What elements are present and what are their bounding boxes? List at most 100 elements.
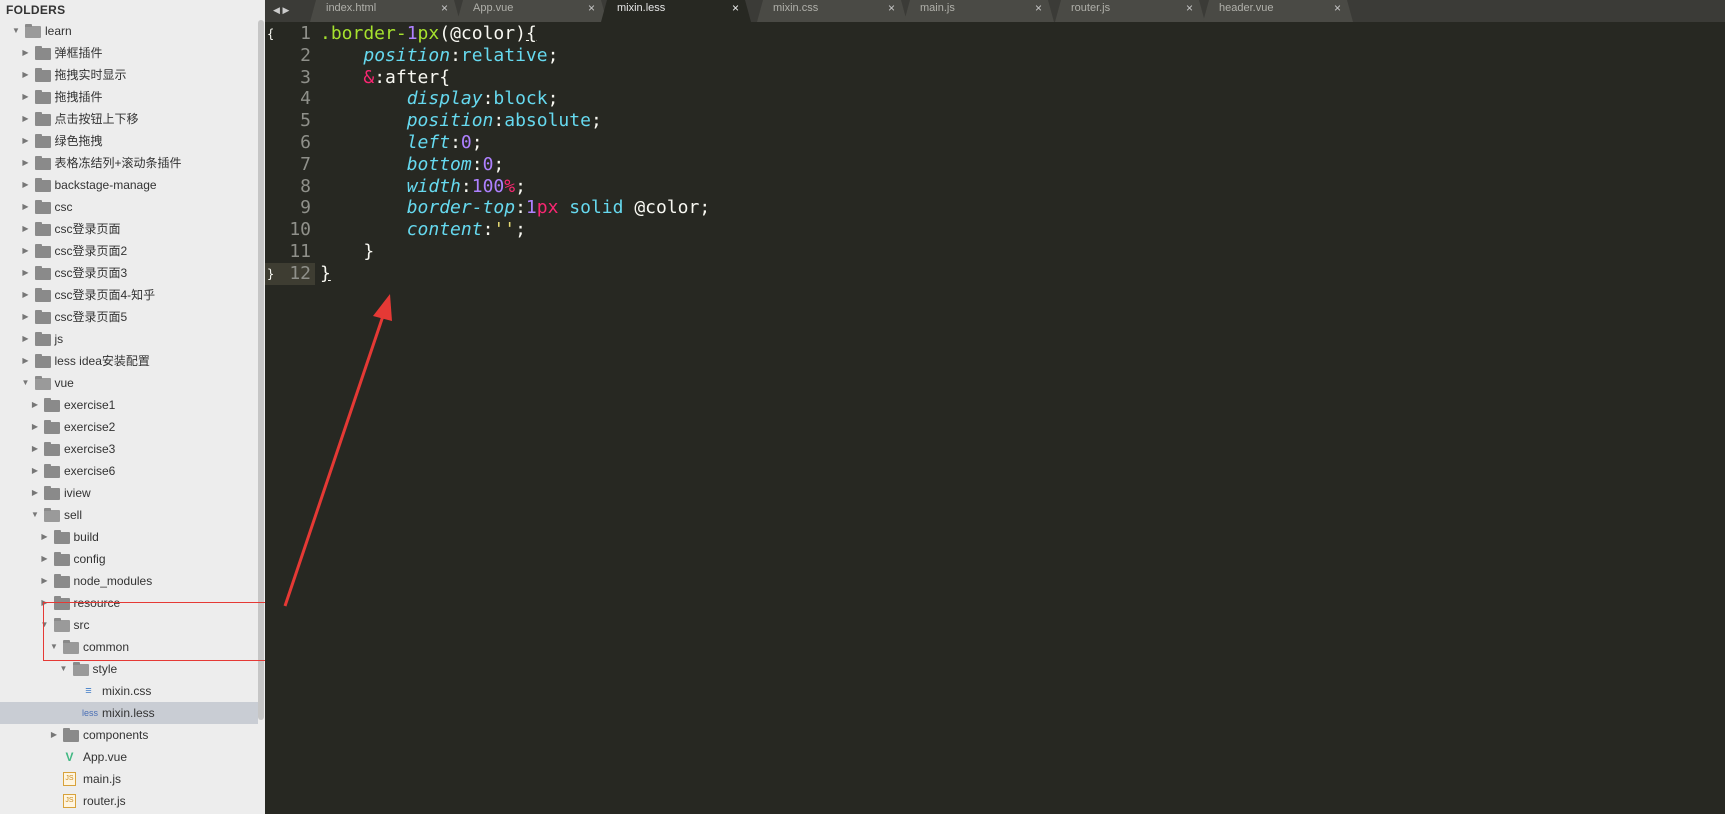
tab-file[interactable]: App.vue × <box>457 0 607 22</box>
tab-label: App.vue <box>473 2 514 14</box>
code-line[interactable]: 8 width:100%; <box>265 176 1725 198</box>
tree-folder-row[interactable]: ▶ iview <box>0 482 258 504</box>
tab-file[interactable]: index.html × <box>310 0 460 22</box>
code-token: :after{ <box>374 66 451 88</box>
tree-file-row[interactable]: JS main.js <box>0 768 258 790</box>
tree-folder-row[interactable]: ▶ 点击按钮上下移 <box>0 108 258 130</box>
chevron-right-icon[interactable]: ▶ <box>40 548 50 570</box>
tree-folder-row[interactable]: ▼ sell <box>0 504 258 526</box>
tree-folder-row[interactable]: ▶ exercise6 <box>0 460 258 482</box>
tab-file[interactable]: main.js × <box>904 0 1054 22</box>
chevron-right-icon[interactable]: ▶ <box>21 218 31 240</box>
chevron-right-icon[interactable]: ▶ <box>30 394 40 416</box>
tab-file[interactable]: mixin.css × <box>757 0 907 22</box>
tree-file-row[interactable]: ≡ mixin.css <box>0 680 258 702</box>
chevron-right-icon[interactable]: ▶ <box>40 526 50 548</box>
close-icon[interactable]: × <box>441 0 448 17</box>
chevron-right-icon[interactable]: ▶ <box>21 152 31 174</box>
tree-folder-row[interactable]: ▶ less idea安装配置 <box>0 350 258 372</box>
tree-folder-row[interactable]: ▶ 绿色拖拽 <box>0 130 258 152</box>
code-token: : <box>450 44 461 66</box>
tree-folder-row[interactable]: ▶ 拖拽实时显示 <box>0 64 258 86</box>
close-icon[interactable]: × <box>588 0 595 17</box>
code-line[interactable]: 7 bottom:0; <box>265 154 1725 176</box>
code-line[interactable]: 11 } <box>265 241 1725 263</box>
close-icon[interactable]: × <box>1334 0 1341 17</box>
tree-folder-row[interactable]: ▶ csc登录页面2 <box>0 240 258 262</box>
chevron-right-icon[interactable]: ▶ <box>40 570 50 592</box>
chevron-right-icon[interactable]: ▶ <box>21 174 31 196</box>
tree-file-row[interactable]: JS router.js <box>0 790 258 812</box>
chevron-right-icon[interactable]: ▶ <box>21 306 31 328</box>
css-file-icon: ≡ <box>85 685 92 697</box>
chevron-right-icon[interactable]: ▶ <box>21 240 31 262</box>
chevron-down-icon[interactable]: ▼ <box>11 20 21 42</box>
chevron-right-icon[interactable]: ▶ <box>21 284 31 306</box>
code-line[interactable]: 9 border-top:1px solid @color; <box>265 197 1725 219</box>
code-line[interactable]: 2 position:relative; <box>265 45 1725 67</box>
chevron-right-icon[interactable]: ▶ <box>30 416 40 438</box>
tree-folder-row[interactable]: ▶ 表格冻结列+滚动条插件 <box>0 152 258 174</box>
chevron-right-icon[interactable]: ▶ <box>30 460 40 482</box>
close-icon[interactable]: × <box>1035 0 1042 17</box>
tab-file[interactable]: router.js × <box>1055 0 1205 22</box>
tree-folder-row[interactable]: ▶ csc登录页面4-知乎 <box>0 284 258 306</box>
close-icon[interactable]: × <box>888 0 895 17</box>
file-tree: ▼ learn ▶ 弹框插件 ▶ 拖拽实时显示 ▶ 拖拽插件 ▶ 点击按钮上下移 ▶ 绿色拖拽 ▶ 表格冻… <box>0 20 258 812</box>
fold-marker-icon[interactable]: { <box>267 23 274 45</box>
chevron-right-icon[interactable]: ▶ <box>21 328 31 350</box>
close-icon[interactable]: × <box>1186 0 1193 17</box>
chevron-right-icon[interactable]: ▶ <box>30 438 40 460</box>
code-line[interactable]: } 12} <box>265 262 1725 285</box>
tree-folder-row[interactable]: ▶ 拖拽插件 <box>0 86 258 108</box>
chevron-right-icon[interactable]: ▶ <box>21 42 31 64</box>
tab-nav-arrows[interactable]: ◀ ▶ <box>265 0 305 22</box>
chevron-down-icon[interactable]: ▼ <box>59 658 69 680</box>
chevron-right-icon[interactable]: ▶ <box>21 350 31 372</box>
code-line[interactable]: {1 .border-1px(@color){ <box>265 23 1725 45</box>
chevron-right-icon[interactable]: ▶ <box>21 262 31 284</box>
chevron-right-icon[interactable]: ▶ <box>30 482 40 504</box>
tree-folder-row[interactable]: ▶ build <box>0 526 258 548</box>
tree-folder-row[interactable]: ▶ exercise1 <box>0 394 258 416</box>
chevron-right-icon[interactable]: ▶ <box>21 108 31 130</box>
tree-folder-row[interactable]: ▶ components <box>0 724 258 746</box>
tree-file-row[interactable]: V App.vue <box>0 746 258 768</box>
chevron-right-icon[interactable]: ▶ <box>21 130 31 152</box>
tree-folder-row[interactable]: ▶ backstage-manage <box>0 174 258 196</box>
code-token: px <box>536 197 559 219</box>
code-line[interactable]: 5 position:absolute; <box>265 110 1725 132</box>
tree-folder-row[interactable]: ▶ exercise3 <box>0 438 258 460</box>
tree-folder-row[interactable]: ▶ csc登录页面3 <box>0 262 258 284</box>
code-token: { <box>525 23 537 44</box>
tab-file[interactable]: mixin.less × <box>601 0 751 22</box>
code-line[interactable]: 3 &:after{ <box>265 67 1725 89</box>
tree-folder-row[interactable]: ▼ learn <box>0 20 258 42</box>
tree-folder-row[interactable]: ▶ config <box>0 548 258 570</box>
tab-next-icon[interactable]: ▶ <box>282 5 289 15</box>
tree-folder-row[interactable]: ▶ node_modules <box>0 570 258 592</box>
tree-folder-row[interactable]: ▶ js <box>0 328 258 350</box>
chevron-right-icon[interactable]: ▶ <box>21 196 31 218</box>
tree-folder-row[interactable]: ▼ style <box>0 658 258 680</box>
tree-folder-row[interactable]: ▶ csc <box>0 196 258 218</box>
chevron-down-icon[interactable]: ▼ <box>30 504 40 526</box>
code-line[interactable]: 6 left:0; <box>265 132 1725 154</box>
tab-file[interactable]: header.vue × <box>1203 0 1353 22</box>
chevron-right-icon[interactable]: ▶ <box>21 64 31 86</box>
chevron-right-icon[interactable]: ▶ <box>21 86 31 108</box>
tree-file-row[interactable]: less mixin.less <box>0 702 258 724</box>
tree-folder-row[interactable]: ▼ vue <box>0 372 258 394</box>
code-editor[interactable]: {1 .border-1px(@color){2 position:relativ… <box>265 22 1725 814</box>
fold-marker-icon[interactable]: } <box>267 263 274 285</box>
tree-folder-row[interactable]: ▶ csc登录页面 <box>0 218 258 240</box>
tree-folder-row[interactable]: ▶ csc登录页面5 <box>0 306 258 328</box>
tree-folder-row[interactable]: ▶ 弹框插件 <box>0 42 258 64</box>
tree-folder-row[interactable]: ▶ exercise2 <box>0 416 258 438</box>
tab-prev-icon[interactable]: ◀ <box>273 5 280 15</box>
code-line[interactable]: 4 display:block; <box>265 88 1725 110</box>
close-icon[interactable]: × <box>732 0 739 17</box>
code-line[interactable]: 10 content:''; <box>265 219 1725 241</box>
chevron-down-icon[interactable]: ▼ <box>21 372 31 394</box>
chevron-right-icon[interactable]: ▶ <box>49 724 59 746</box>
